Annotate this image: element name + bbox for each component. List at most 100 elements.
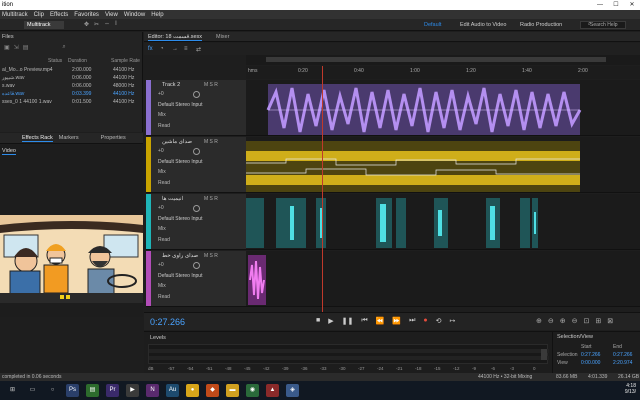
- track-name[interactable]: Track 2: [162, 82, 180, 88]
- menu-view[interactable]: View: [105, 12, 118, 18]
- zoom-out-full-icon[interactable]: ⊡: [584, 317, 590, 325]
- mute-solo-record[interactable]: M S R: [204, 253, 218, 259]
- input-icon[interactable]: →: [172, 46, 178, 52]
- overview-bar[interactable]: [246, 55, 640, 65]
- menu-favorites[interactable]: Favorites: [74, 12, 99, 18]
- workspace-default[interactable]: Default: [424, 22, 441, 28]
- track-header-car-sound[interactable]: صدای ماشین M S R +0 Default Stereo Input…: [146, 137, 246, 193]
- mute-solo-record[interactable]: M S R: [204, 82, 218, 88]
- track-header-narrator[interactable]: صدای راوی خط M S R +0 Default Stereo Inp…: [146, 251, 246, 307]
- workspace-edit-audio-video[interactable]: Edit Audio to Video: [460, 22, 506, 28]
- mute-solo-record[interactable]: M S R: [204, 139, 218, 145]
- import-icon[interactable]: ⇲: [14, 44, 19, 51]
- menu-help[interactable]: Help: [151, 12, 163, 18]
- audition-icon[interactable]: Au: [166, 384, 179, 397]
- track-name[interactable]: صدای راوی خط: [162, 253, 198, 259]
- tab-video[interactable]: Video: [2, 148, 16, 155]
- track-header-track-2[interactable]: Track 2 M S R +0 Default Stereo Input Mi…: [146, 80, 246, 136]
- track-input[interactable]: Default Stereo Input: [158, 273, 238, 279]
- filter-search-icon[interactable]: ⌕: [62, 44, 65, 51]
- windows-start-icon[interactable]: ⊞: [6, 384, 19, 397]
- media-player-icon[interactable]: ▶: [126, 384, 139, 397]
- tab-markers[interactable]: Markers: [59, 135, 79, 141]
- loop-icon[interactable]: ⟲: [436, 317, 442, 325]
- file-row-selected[interactable]: قاعده.wav 0:03.399 44100 Hz: [0, 91, 143, 98]
- selection-start-field[interactable]: 0:27.266: [581, 352, 600, 358]
- track-input[interactable]: Default Stereo Input: [158, 216, 238, 222]
- razor-tool-icon[interactable]: ✂: [94, 21, 99, 28]
- minimize-button[interactable]: —: [592, 0, 608, 10]
- open-file-icon[interactable]: ▣: [4, 44, 10, 51]
- tab-mixer[interactable]: Mixer: [216, 34, 229, 40]
- track-mode[interactable]: Read: [158, 180, 238, 186]
- timecode-display[interactable]: 0:27.266: [150, 317, 185, 327]
- column-status[interactable]: Status: [48, 58, 62, 64]
- rewind-icon[interactable]: ⏪: [376, 317, 385, 325]
- track-mix[interactable]: Mix: [158, 283, 238, 289]
- time-ruler[interactable]: hms 0:20 0:40 1:00 1:20 1:40 2:00: [246, 66, 640, 79]
- playhead[interactable]: [322, 66, 323, 312]
- record-icon[interactable]: ●: [423, 317, 427, 325]
- stop-icon[interactable]: ■: [316, 317, 320, 325]
- pan-knob[interactable]: [193, 148, 200, 155]
- view-start-field[interactable]: 0:00.000: [581, 360, 600, 366]
- search-taskbar-icon[interactable]: ○: [46, 384, 59, 397]
- track-mix[interactable]: Mix: [158, 226, 238, 232]
- file-row[interactable]: s.wav 0:06.000 48000 Hz: [0, 83, 143, 90]
- new-file-icon[interactable]: ▤: [23, 44, 29, 51]
- fast-forward-icon[interactable]: ⏩: [392, 317, 401, 325]
- menu-effects[interactable]: Effects: [50, 12, 68, 18]
- close-button[interactable]: ✕: [624, 0, 640, 10]
- menu-window[interactable]: Window: [124, 12, 145, 18]
- track-lane-narrator[interactable]: [246, 251, 640, 307]
- app-icon-3[interactable]: ▲: [266, 384, 279, 397]
- skip-icon[interactable]: ↦: [450, 317, 456, 325]
- onenote-icon[interactable]: N: [146, 384, 159, 397]
- column-sample-rate[interactable]: Sample Rate: [111, 58, 140, 64]
- photoshop-icon[interactable]: Ps: [66, 384, 79, 397]
- task-view-icon[interactable]: ▭: [26, 384, 39, 397]
- multitrack-button[interactable]: Multitrack: [24, 21, 64, 29]
- folder-icon[interactable]: ▬: [226, 384, 239, 397]
- tab-editor[interactable]: Editor: 18 قسمت.sesx: [148, 34, 203, 41]
- app-icon-2[interactable]: ◉: [246, 384, 259, 397]
- track-mix[interactable]: Mix: [158, 112, 238, 118]
- zoom-in-time-icon[interactable]: ⊕: [560, 317, 566, 325]
- track-input[interactable]: Default Stereo Input: [158, 102, 238, 108]
- app-icon[interactable]: ◆: [206, 384, 219, 397]
- audio-clips-animations[interactable]: [246, 198, 640, 250]
- zoom-selection-icon[interactable]: ⊞: [595, 317, 601, 325]
- track-name[interactable]: انیمیت ها: [162, 196, 183, 202]
- track-input[interactable]: Default Stereo Input: [158, 159, 238, 165]
- pan-knob[interactable]: [193, 262, 200, 269]
- go-to-start-icon[interactable]: ⏮: [361, 317, 367, 325]
- track-mode[interactable]: Read: [158, 123, 238, 129]
- track-mode[interactable]: Read: [158, 237, 238, 243]
- menu-clip[interactable]: Clip: [34, 12, 44, 18]
- zoom-out-amplitude-icon[interactable]: ⊖: [548, 317, 554, 325]
- zoom-in-amplitude-icon[interactable]: ⊕: [536, 317, 542, 325]
- pan-knob[interactable]: [193, 91, 200, 98]
- tab-properties[interactable]: Properties: [101, 135, 126, 141]
- track-lane-animations[interactable]: [246, 194, 640, 250]
- search-help-input[interactable]: Search Help: [580, 21, 626, 29]
- track-lane-track-2[interactable]: [246, 80, 640, 136]
- audio-clip-track-2[interactable]: [246, 84, 640, 136]
- file-row[interactable]: al_Mo...o Preview.mp4 2:00.000 44100 Hz: [0, 67, 143, 74]
- pan-knob[interactable]: [193, 205, 200, 212]
- maximize-button[interactable]: ☐: [608, 0, 624, 10]
- chrome-icon[interactable]: ●: [186, 384, 199, 397]
- sends-icon[interactable]: ⇄: [196, 46, 201, 53]
- zoom-in-playhead-icon[interactable]: ⊠: [607, 317, 613, 325]
- audio-clip-narrator[interactable]: [246, 255, 640, 307]
- tab-effects-rack[interactable]: Effects Rack: [22, 135, 53, 142]
- audio-clip-car-sound[interactable]: [246, 141, 640, 193]
- zoom-navigator[interactable]: [266, 57, 606, 62]
- pause-icon[interactable]: ❚❚: [342, 317, 354, 325]
- track-mode[interactable]: Read: [158, 294, 238, 300]
- go-to-end-icon[interactable]: ⏭: [409, 317, 415, 325]
- time-select-icon[interactable]: I: [115, 21, 117, 28]
- track-lane-car-sound[interactable]: [246, 137, 640, 193]
- file-explorer-icon[interactable]: ▤: [86, 384, 99, 397]
- track-name[interactable]: صدای ماشین: [162, 139, 192, 145]
